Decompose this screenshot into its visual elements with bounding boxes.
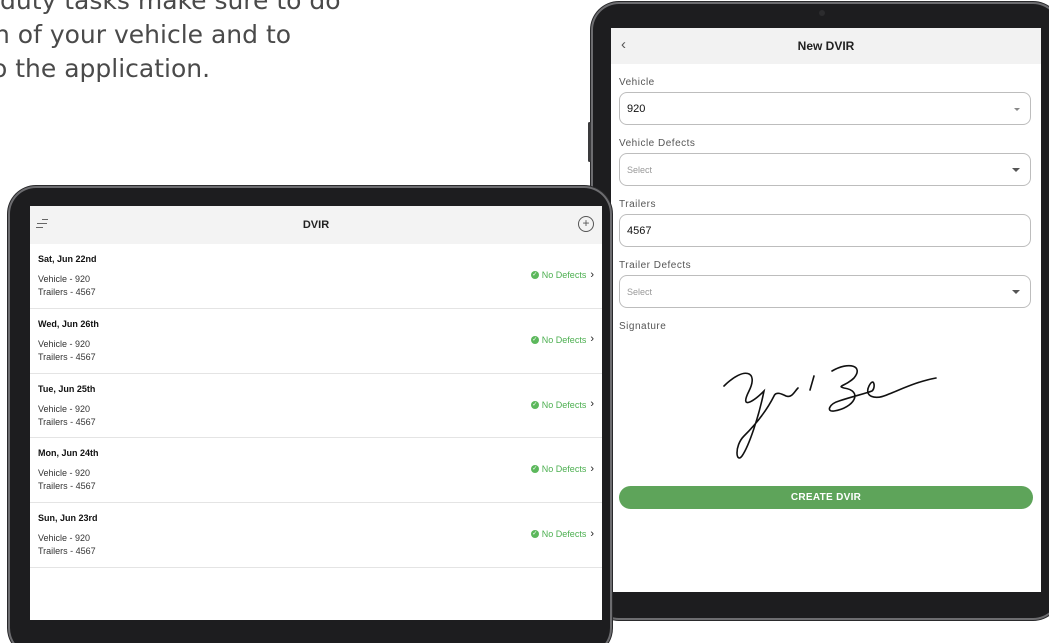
item-date: Tue, Jun 25th — [38, 383, 96, 394]
status-text: No Defects — [541, 399, 587, 410]
intro-line-2: n of your vehicle and to — [0, 20, 292, 49]
item-vehicle: Vehicle - 920 — [38, 533, 91, 544]
item-vehicle: Vehicle - 920 — [38, 468, 91, 479]
vehicle-label: Vehicle — [619, 77, 655, 88]
item-trailers: Trailers - 4567 — [38, 287, 96, 297]
trailer-defects-label: Trailer Defects — [619, 260, 692, 271]
chevron-left-icon[interactable]: ‹ — [621, 37, 626, 53]
camera-dot — [819, 10, 825, 16]
list-item[interactable]: Sat, Jun 22nd Vehicle - 920 Trailers - 4… — [30, 244, 602, 309]
list-item[interactable]: Mon, Jun 24th Vehicle - 920 Trailers - 4… — [30, 438, 602, 504]
status-text: No Defects — [541, 464, 587, 475]
intro-line-3: o the application. — [0, 54, 211, 83]
trailers-label: Trailers — [619, 199, 656, 210]
status-badge: ✓ No Defects › — [530, 527, 594, 540]
status-badge: ✓ No Defects › — [530, 268, 594, 281]
status-badge: ✓ No Defects › — [530, 398, 594, 411]
signature-label: Signature — [619, 321, 667, 332]
check-circle-icon: ✓ — [530, 335, 539, 344]
caret-down-icon — [1012, 168, 1020, 172]
item-vehicle: Vehicle - 920 — [38, 403, 91, 414]
chevron-right-icon: › — [590, 398, 594, 411]
form-title: New DVIR — [797, 39, 855, 53]
list-item[interactable]: Tue, Jun 25th Vehicle - 920 Trailers - 4… — [30, 374, 602, 439]
menu-icon[interactable] — [36, 219, 50, 231]
vehicle-defects-select[interactable]: Select — [619, 153, 1031, 186]
status-badge: ✓ No Defects › — [530, 462, 594, 475]
list-title: DVIR — [302, 219, 330, 231]
chevron-right-icon: › — [590, 462, 594, 475]
item-vehicle: Vehicle - 920 — [38, 274, 91, 284]
trailer-defects-placeholder: Select — [627, 286, 653, 297]
item-date: Mon, Jun 24th — [38, 448, 99, 459]
chevron-right-icon: › — [590, 333, 594, 346]
trailers-value: 4567 — [627, 224, 652, 237]
chevron-right-icon: › — [590, 527, 594, 540]
status-text: No Defects — [541, 270, 587, 280]
tablet-new-dvir: ‹ New DVIR Vehicle 920 Vehicle Defects S… — [588, 2, 1049, 620]
status-badge: ✓ No Defects › — [530, 333, 594, 346]
item-trailers: Trailers - 4567 — [38, 546, 96, 557]
list-item[interactable]: Wed, Jun 26th Vehicle - 920 Trailers - 4… — [30, 309, 602, 374]
status-text: No Defects — [541, 334, 587, 345]
signature-drawing — [723, 364, 937, 459]
list-item[interactable]: Sun, Jun 23rd Vehicle - 920 Trailers - 4… — [30, 503, 602, 568]
status-text: No Defects — [541, 529, 587, 540]
dvir-list: Sat, Jun 22nd Vehicle - 920 Trailers - 4… — [30, 244, 602, 568]
volume-button — [588, 122, 591, 162]
new-dvir-screen: ‹ New DVIR Vehicle 920 Vehicle Defects S… — [611, 28, 1041, 592]
item-trailers: Trailers - 4567 — [38, 351, 96, 362]
intro-text: duty tasks make sure to do n of your veh… — [0, 0, 422, 86]
vehicle-defects-placeholder: Select — [627, 164, 653, 175]
check-circle-icon: ✓ — [530, 271, 539, 279]
signature-pad[interactable] — [619, 336, 1041, 476]
plus-circle-icon[interactable]: + — [578, 216, 594, 232]
caret-down-icon — [1014, 108, 1020, 111]
check-circle-icon: ✓ — [530, 530, 539, 539]
list-header: DVIR + — [30, 206, 602, 244]
create-dvir-button[interactable]: CREATE DVIR — [619, 486, 1033, 509]
check-circle-icon: ✓ — [530, 400, 539, 409]
dvir-list-screen: DVIR + Sat, Jun 22nd Vehicle - 920 Trail… — [30, 206, 602, 620]
trailer-defects-select[interactable]: Select — [619, 275, 1031, 308]
item-date: Sun, Jun 23rd — [38, 513, 98, 524]
item-date: Sat, Jun 22nd — [38, 254, 97, 264]
item-vehicle: Vehicle - 920 — [38, 338, 91, 349]
form-header: ‹ New DVIR — [611, 28, 1041, 64]
chevron-right-icon: › — [590, 268, 594, 281]
item-date: Wed, Jun 26th — [38, 318, 99, 329]
vehicle-value: 920 — [627, 102, 646, 115]
vehicle-select[interactable]: 920 — [619, 92, 1031, 125]
item-trailers: Trailers - 4567 — [38, 481, 96, 492]
check-circle-icon: ✓ — [530, 465, 539, 474]
form-body: Vehicle 920 Vehicle Defects Select Trail… — [611, 77, 1041, 509]
tablet-dvir-list: DVIR + Sat, Jun 22nd Vehicle - 920 Trail… — [8, 186, 612, 643]
item-trailers: Trailers - 4567 — [38, 416, 96, 427]
trailers-input[interactable]: 4567 — [619, 214, 1031, 247]
caret-down-icon — [1012, 290, 1020, 294]
vehicle-defects-label: Vehicle Defects — [619, 138, 696, 149]
intro-line-1: duty tasks make sure to do — [0, 0, 341, 15]
